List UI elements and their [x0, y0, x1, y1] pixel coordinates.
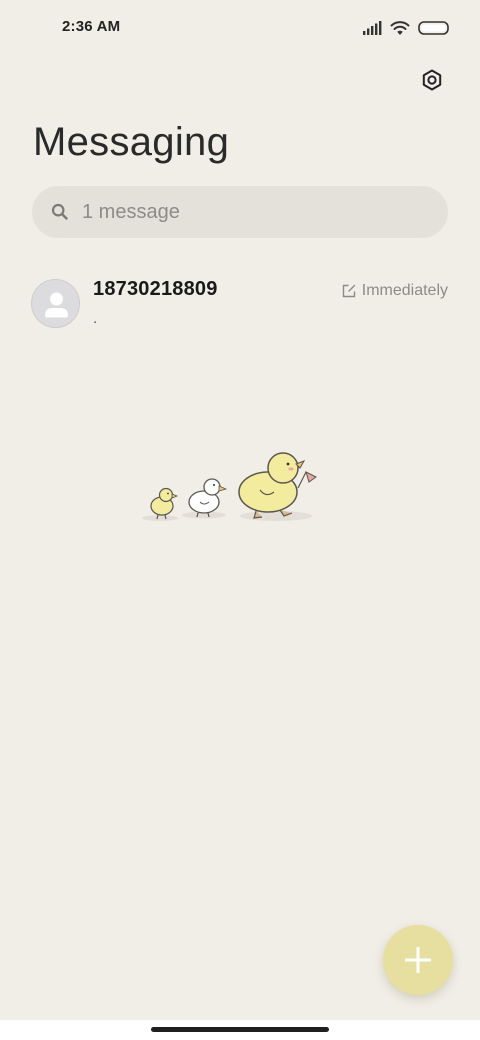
- plus-icon: [405, 947, 431, 973]
- conversation-item[interactable]: 18730218809 . Immediately: [0, 268, 480, 340]
- home-indicator[interactable]: [151, 1027, 329, 1032]
- avatar[interactable]: [31, 279, 80, 328]
- status-icons: [362, 18, 450, 38]
- page-title: Messaging: [33, 120, 230, 164]
- search-icon: [51, 203, 68, 220]
- duck-big-icon: [238, 452, 317, 519]
- conversation-sender: 18730218809: [93, 278, 218, 300]
- duckling-white-icon: [188, 478, 228, 518]
- scheduled-edit-icon: [342, 284, 355, 298]
- new-message-button[interactable]: [383, 925, 453, 995]
- settings-hexagon-icon: [422, 69, 442, 91]
- battery-icon: [418, 21, 449, 35]
- conversation-time-text: Immediately: [361, 282, 448, 299]
- signal-icon: [363, 21, 382, 35]
- conversation-preview: .: [93, 310, 98, 327]
- duckling-small-icon: [150, 487, 179, 520]
- search-input[interactable]: [80, 199, 424, 225]
- conversation-time: Immediately: [342, 282, 448, 300]
- person-icon: [45, 292, 68, 318]
- ducks-illustration: [142, 452, 317, 521]
- status-time: 2:36 AM: [62, 18, 121, 35]
- wifi-icon: [390, 21, 410, 35]
- settings-button[interactable]: [420, 68, 444, 92]
- search-bar[interactable]: [32, 186, 448, 238]
- status-bar: 2:36 AM: [0, 0, 480, 56]
